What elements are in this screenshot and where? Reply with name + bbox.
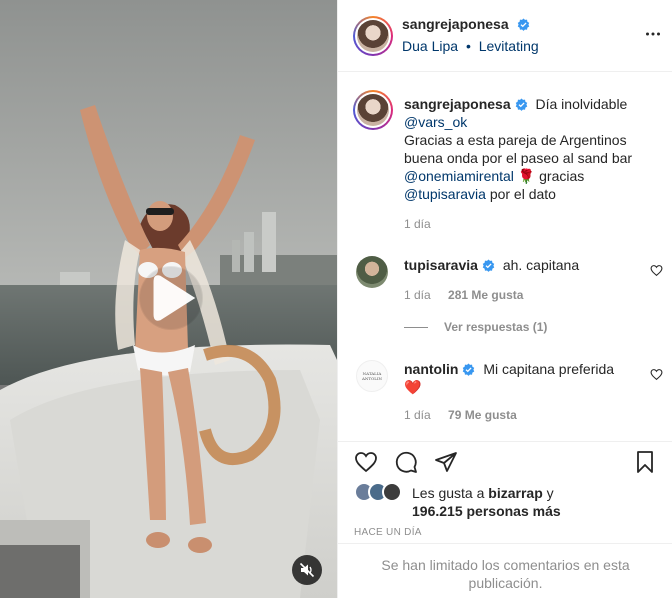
avatar-logo-text: NATALIA ANTOLIN <box>361 371 383 381</box>
comment-icon[interactable] <box>394 450 418 474</box>
verified-badge-icon <box>517 18 529 31</box>
likes-prefix: Les gusta a <box>412 485 485 501</box>
post-details-panel: sangrejaponesa Dua Lipa • Levitating san… <box>337 0 672 598</box>
audio-artist[interactable]: Dua Lipa <box>402 38 458 54</box>
commenter-username[interactable]: tupisaravia <box>404 257 478 273</box>
replies-line <box>404 327 428 329</box>
caption-line-4: por el dato <box>489 186 556 202</box>
comment-body: ah. capitana <box>502 257 580 273</box>
view-replies-label: Ver respuestas (1) <box>444 320 548 334</box>
comment-meta: 1 día 79 Me gusta <box>404 408 517 422</box>
heart-icon[interactable] <box>354 450 378 474</box>
liker-avatar[interactable] <box>382 482 402 502</box>
more-options-button[interactable] <box>645 26 661 45</box>
footer-divider <box>338 543 672 544</box>
comment-likes[interactable]: 281 Me gusta <box>448 288 523 302</box>
caption-line-2: Gracias a esta pareja de Argentinos buen… <box>404 132 633 166</box>
likes-conj: y <box>546 485 554 501</box>
likes-count[interactable]: 196.215 personas más <box>412 503 561 519</box>
caption-line-1: Día inolvidable <box>535 96 628 112</box>
post-video[interactable] <box>0 0 337 598</box>
comment-like-heart-icon[interactable] <box>650 264 663 277</box>
avatar-image <box>357 94 389 126</box>
commenter-avatar[interactable] <box>356 256 388 288</box>
play-button[interactable] <box>139 266 203 330</box>
heart-emoji: ❤️ <box>404 379 422 395</box>
post-header: sangrejaponesa Dua Lipa • Levitating <box>338 0 672 72</box>
speaker-muted-icon <box>299 562 315 578</box>
comment-time[interactable]: 1 día <box>404 408 431 422</box>
rose-emoji: 🌹 <box>517 168 536 184</box>
comment-time[interactable]: 1 día <box>404 288 431 302</box>
commenter-avatar[interactable]: NATALIA ANTOLIN <box>356 360 388 392</box>
author-line: sangrejaponesa <box>402 16 530 32</box>
avatar-image <box>357 20 389 52</box>
audio-separator: • <box>465 38 471 54</box>
comment-likes[interactable]: 79 Me gusta <box>448 408 517 422</box>
mention-link[interactable]: @vars_ok <box>404 114 467 130</box>
caption-text: sangrejaponesa Día inolvidable @vars_ok … <box>404 95 654 203</box>
post-timestamp[interactable]: HACE UN DÍA <box>354 527 422 538</box>
comment-like-heart-icon[interactable] <box>650 368 663 381</box>
instagram-post: sangrejaponesa Dua Lipa • Levitating san… <box>0 0 672 598</box>
likes-user[interactable]: bizarrap <box>488 485 542 501</box>
audio-song[interactable]: Levitating <box>479 38 539 54</box>
action-bar <box>338 442 672 482</box>
mention-link[interactable]: @onemiamirental <box>404 168 514 184</box>
commenter-username[interactable]: nantolin <box>404 361 458 377</box>
view-replies-button[interactable]: Ver respuestas (1) <box>404 320 547 334</box>
mute-button[interactable] <box>292 555 322 585</box>
likes-text: Les gusta a bizarrap y 196.215 personas … <box>412 484 662 520</box>
send-icon[interactable] <box>434 450 458 474</box>
verified-badge-icon <box>515 98 527 111</box>
comments-limited-notice: Se han limitado los comentarios en esta … <box>381 557 630 591</box>
bookmark-icon[interactable] <box>633 450 657 474</box>
more-horizontal-icon <box>646 32 660 36</box>
comment-text: nantolin Mi capitana preferida ❤️ <box>404 360 654 396</box>
author-avatar[interactable] <box>353 16 393 56</box>
comment-body: Mi capitana preferida <box>483 361 615 377</box>
caption-avatar[interactable] <box>353 90 393 130</box>
verified-badge-icon <box>463 363 475 376</box>
comment-meta: 1 día 281 Me gusta <box>404 288 523 302</box>
author-username[interactable]: sangrejaponesa <box>402 16 509 32</box>
play-icon <box>139 266 203 330</box>
verified-badge-icon <box>482 259 495 272</box>
caption-username[interactable]: sangrejaponesa <box>404 96 511 112</box>
comment-text: tupisaravia ah. capitana <box>404 256 654 274</box>
caption-line-3: gracias <box>539 168 585 184</box>
mention-link[interactable]: @tupisaravia <box>404 186 486 202</box>
caption-time[interactable]: 1 día <box>404 217 431 231</box>
audio-track[interactable]: Dua Lipa • Levitating <box>402 38 539 54</box>
